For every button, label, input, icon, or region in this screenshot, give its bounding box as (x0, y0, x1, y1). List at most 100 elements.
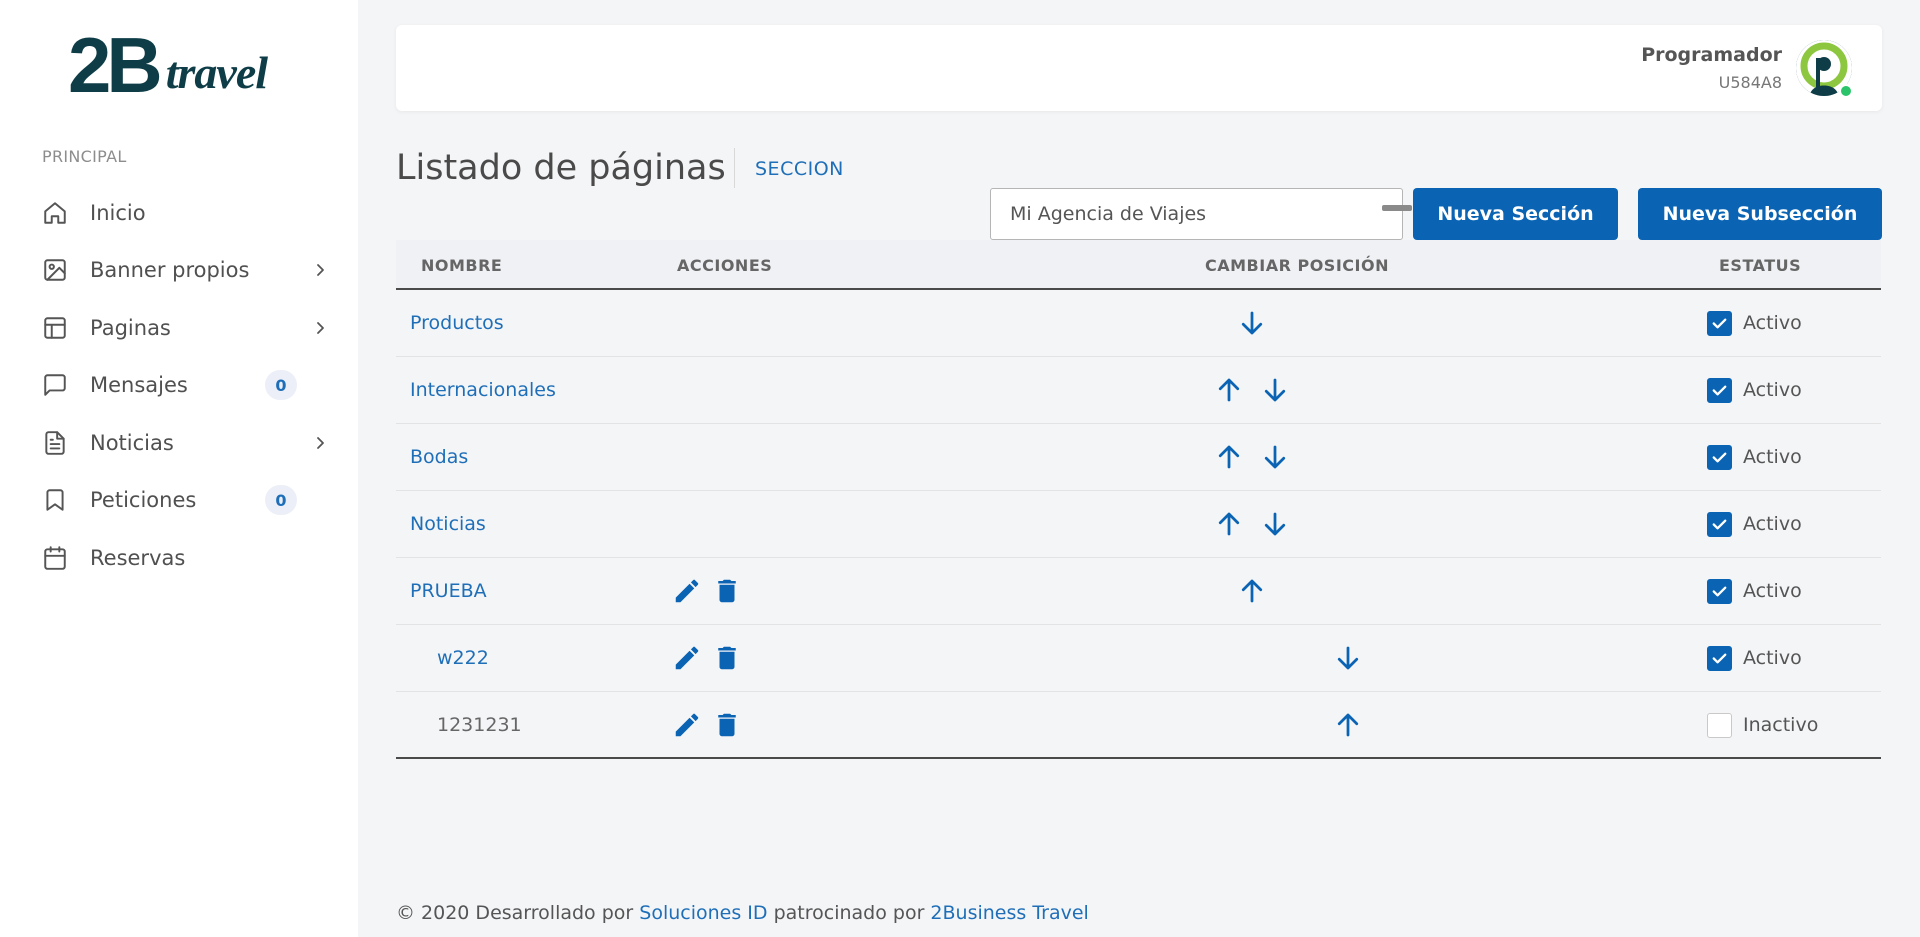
home-icon (42, 200, 68, 226)
status-label: Inactivo (1743, 714, 1819, 736)
table-row: Noticias Activo (396, 491, 1881, 558)
status-checkbox[interactable] (1707, 378, 1732, 403)
new-subsection-button[interactable]: Nueva Subsección (1638, 188, 1882, 240)
select-handle-icon (1382, 205, 1412, 211)
table-row: Productos Activo (396, 290, 1881, 357)
sidebar: 2B travel PRINCIPAL Inicio Banner propio… (0, 0, 358, 937)
status-label: Activo (1743, 446, 1802, 468)
page-name-link[interactable]: PRUEBA (410, 558, 487, 624)
status-checkbox[interactable] (1707, 311, 1732, 336)
page-title: Listado de páginas (396, 148, 726, 188)
move-down-icon[interactable] (1333, 643, 1363, 673)
move-down-icon[interactable] (1260, 442, 1290, 472)
sidebar-nav: Inicio Banner propios Paginas Mensajes 0… (0, 184, 358, 587)
footer-prefix: © 2020 Desarrollado por (396, 902, 640, 924)
page-name-link[interactable]: Internacionales (410, 357, 556, 423)
move-up-icon[interactable] (1214, 442, 1244, 472)
sidebar-item-label: Reservas (90, 545, 186, 570)
logo[interactable]: 2B travel (68, 21, 288, 109)
footer-link-soluciones[interactable]: Soluciones ID (639, 902, 767, 924)
page-name-link[interactable]: Noticias (410, 491, 486, 557)
layout-icon (42, 315, 68, 341)
status-label: Activo (1743, 312, 1802, 334)
status-checkbox[interactable] (1707, 713, 1732, 738)
trash-icon[interactable] (712, 576, 742, 606)
message-icon (42, 372, 68, 398)
move-down-icon[interactable] (1260, 509, 1290, 539)
status-checkbox[interactable] (1707, 445, 1732, 470)
page-name-link[interactable]: Bodas (410, 424, 468, 490)
table-row: Internacionales Activo (396, 357, 1881, 424)
sidebar-item-noticias[interactable]: Noticias (0, 414, 358, 472)
table-row: PRUEBA Activo (396, 558, 1881, 625)
column-header-acciones: ACCIONES (677, 255, 773, 275)
column-header-posicion: CAMBIAR POSICIÓN (1205, 255, 1389, 275)
status-checkbox[interactable] (1707, 579, 1732, 604)
footer: © 2020 Desarrollado por Soluciones ID pa… (396, 902, 1089, 924)
status-checkbox[interactable] (1707, 646, 1732, 671)
edit-icon[interactable] (672, 576, 702, 606)
page-name-link[interactable]: w222 (437, 625, 489, 691)
logo-sub-text: travel (165, 47, 268, 98)
document-icon (42, 430, 68, 456)
footer-middle: patrocinado por (767, 902, 931, 924)
move-down-icon[interactable] (1237, 308, 1267, 338)
header-bar: Programador U584A8 (396, 25, 1882, 111)
status-checkbox[interactable] (1707, 512, 1732, 537)
sidebar-item-label: Peticiones (90, 488, 197, 513)
title-divider (734, 148, 735, 188)
column-header-nombre: NOMBRE (421, 255, 503, 275)
pages-table: NOMBRE ACCIONES CAMBIAR POSICIÓN ESTATUS… (396, 240, 1881, 759)
page-name-link[interactable]: Productos (410, 290, 504, 356)
sidebar-section-label: PRINCIPAL (42, 147, 127, 166)
move-down-icon[interactable] (1260, 375, 1290, 405)
trash-icon[interactable] (712, 643, 742, 673)
table-row: w222 Activo (396, 625, 1881, 692)
image-icon (42, 257, 68, 283)
trash-icon[interactable] (712, 710, 742, 740)
page-name-text: 1231231 (437, 714, 522, 736)
sidebar-item-peticiones[interactable]: Peticiones 0 (0, 472, 358, 530)
sidebar-item-mensajes[interactable]: Mensajes 0 (0, 357, 358, 415)
sidebar-item-label: Inicio (90, 200, 146, 225)
chevron-right-icon (312, 320, 328, 336)
status-label: Activo (1743, 513, 1802, 535)
agency-select[interactable]: Mi Agencia de Viajes (990, 188, 1403, 240)
sidebar-item-label: Paginas (90, 315, 171, 340)
move-up-icon[interactable] (1237, 576, 1267, 606)
count-badge: 0 (265, 485, 297, 516)
edit-icon[interactable] (672, 710, 702, 740)
sidebar-item-reservas[interactable]: Reservas (0, 529, 358, 587)
status-label: Activo (1743, 580, 1802, 602)
table-row: Bodas Activo (396, 424, 1881, 491)
bookmark-icon (42, 487, 68, 513)
edit-icon[interactable] (672, 643, 702, 673)
breadcrumb[interactable]: SECCION (755, 158, 844, 180)
sidebar-item-label: Mensajes (90, 373, 188, 398)
sidebar-item-label: Banner propios (90, 258, 250, 283)
chevron-right-icon (312, 262, 328, 278)
table-body: Productos Activo Internacionales Activo Boda… (396, 290, 1881, 759)
agency-select-value: Mi Agencia de Viajes (1010, 203, 1207, 225)
table-row: 1231231 Inactivo (396, 692, 1881, 759)
logo-main-text: 2B (68, 21, 163, 109)
calendar-icon (42, 545, 68, 571)
status-label: Activo (1743, 647, 1802, 669)
move-up-icon[interactable] (1214, 375, 1244, 405)
status-label: Activo (1743, 379, 1802, 401)
count-badge: 0 (265, 370, 297, 401)
footer-link-2business[interactable]: 2Business Travel (930, 902, 1088, 924)
sidebar-item-banner-propios[interactable]: Banner propios (0, 242, 358, 300)
sidebar-item-paginas[interactable]: Paginas (0, 299, 358, 357)
online-status-icon (1839, 84, 1853, 98)
move-up-icon[interactable] (1333, 710, 1363, 740)
move-up-icon[interactable] (1214, 509, 1244, 539)
chevron-right-icon (312, 435, 328, 451)
new-section-button[interactable]: Nueva Sección (1413, 188, 1618, 240)
user-name: Programador (1641, 44, 1782, 66)
column-header-estatus: ESTATUS (1719, 255, 1802, 275)
sidebar-item-label: Noticias (90, 430, 174, 455)
table-header: NOMBRE ACCIONES CAMBIAR POSICIÓN ESTATUS (396, 240, 1881, 290)
sidebar-item-inicio[interactable]: Inicio (0, 184, 358, 242)
user-code: U584A8 (1718, 73, 1782, 92)
